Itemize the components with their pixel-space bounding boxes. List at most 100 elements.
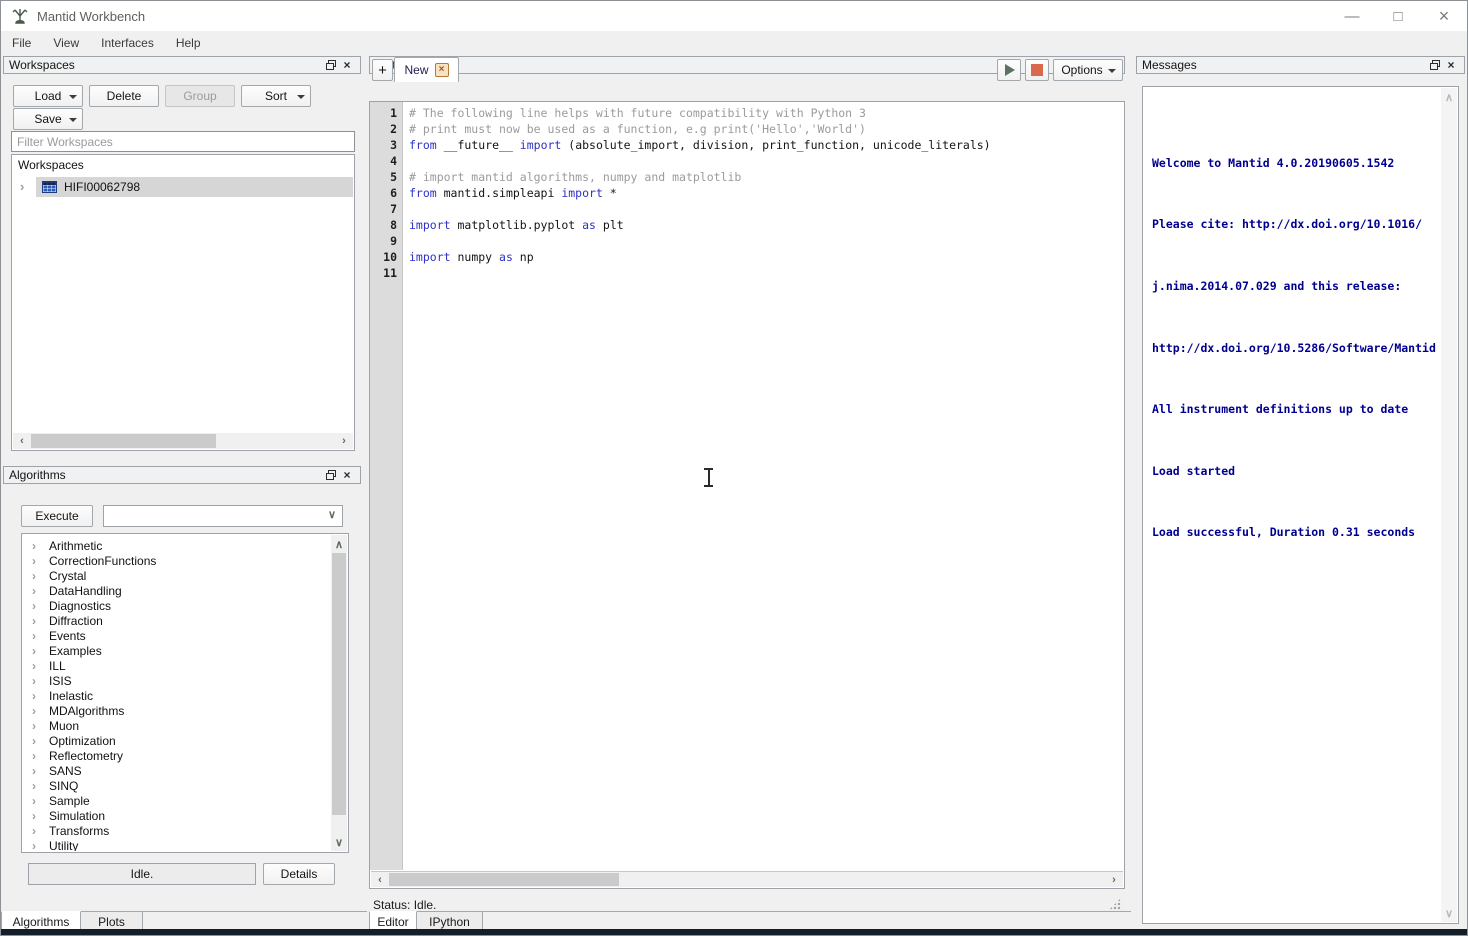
expand-chevron-icon[interactable]: › [32,720,49,732]
scroll-down-icon[interactable]: ∨ [331,835,347,849]
code-line[interactable]: 4 [370,153,1124,169]
expand-chevron-icon[interactable]: › [32,780,49,792]
algorithm-category-row[interactable]: › ILL [23,658,331,673]
close-panel-icon[interactable]: × [339,468,355,482]
details-button[interactable]: Details [263,863,335,885]
sort-button[interactable]: Sort [241,85,311,107]
new-tab-button[interactable]: + [372,59,393,81]
algorithm-category-row[interactable]: › CorrectionFunctions [23,553,331,568]
scroll-left-icon[interactable]: ‹ [15,433,29,449]
algorithm-category-row[interactable]: › Inelastic [23,688,331,703]
algorithm-category-row[interactable]: › Diagnostics [23,598,331,613]
expand-chevron-icon[interactable]: › [32,765,49,777]
close-panel-icon[interactable]: × [339,58,355,72]
algorithm-category-row[interactable]: › SANS [23,763,331,778]
filter-workspaces-input[interactable] [11,131,355,152]
algorithm-category-row[interactable]: › Arithmetic [23,538,331,553]
expand-chevron-icon[interactable]: › [32,645,49,657]
algorithm-category-row[interactable]: › Transforms [23,823,331,838]
code-line[interactable]: 8import matplotlib.pyplot as plt [370,217,1124,233]
algorithm-category-row[interactable]: › Diffraction [23,613,331,628]
scroll-down-icon[interactable]: ∨ [1441,906,1457,920]
scroll-left-icon[interactable]: ‹ [373,872,387,887]
float-panel-icon[interactable] [323,58,339,72]
options-button[interactable]: Options [1053,59,1123,81]
editor-horizontal-scrollbar[interactable]: ‹ › [371,871,1123,887]
algorithm-category-row[interactable]: › Optimization [23,733,331,748]
execute-button[interactable]: Execute [21,505,93,527]
code-line[interactable]: 5# import mantid algorithms, numpy and m… [370,169,1124,185]
scroll-right-icon[interactable]: › [1107,872,1121,887]
code-line[interactable]: 10import numpy as np [370,249,1124,265]
minimize-button[interactable]: — [1329,1,1375,31]
menu-item[interactable]: Help [165,31,212,54]
expand-chevron-icon[interactable]: › [32,840,49,852]
expand-chevron-icon[interactable]: › [32,555,49,567]
algorithm-category-row[interactable]: › ISIS [23,673,331,688]
close-button[interactable]: × [1421,1,1467,31]
menu-item[interactable]: Interfaces [90,31,165,54]
tab-close-icon[interactable]: × [435,63,449,77]
expand-chevron-icon[interactable]: › [32,585,49,597]
scroll-right-icon[interactable]: › [337,433,351,449]
expand-chevron-icon[interactable]: › [32,660,49,672]
algorithms-vertical-scrollbar[interactable]: ∧ ∨ [331,535,347,851]
combobox-dropdown-icon[interactable]: ∨ [328,510,336,521]
expand-chevron-icon[interactable]: › [32,600,49,612]
code-line[interactable]: 1# The following line helps with future … [370,105,1124,121]
scrollbar-thumb[interactable] [389,873,619,886]
expand-chevron-icon[interactable]: › [32,750,49,762]
algorithm-category-row[interactable]: › SINQ [23,778,331,793]
resize-grip[interactable] [1109,898,1121,910]
menu-item[interactable]: View [42,31,90,54]
code-line[interactable]: 6from mantid.simpleapi import * [370,185,1124,201]
scroll-up-icon[interactable]: ∧ [1441,90,1457,104]
algorithm-category-row[interactable]: › DataHandling [23,583,331,598]
workspaces-tree[interactable]: Workspaces › HIFI00062798 ‹ › [11,154,355,451]
algorithm-category-row[interactable]: › Simulation [23,808,331,823]
float-panel-icon[interactable] [323,468,339,482]
script-tab-new[interactable]: New × [394,57,459,82]
expand-chevron-icon[interactable]: › [32,810,49,822]
expand-chevron-icon[interactable]: › [32,735,49,747]
expand-chevron-icon[interactable]: › [32,615,49,627]
run-button[interactable] [997,59,1021,81]
algorithm-category-row[interactable]: › Events [23,628,331,643]
menu-item[interactable]: File [1,31,42,54]
save-button[interactable]: Save [13,108,83,130]
algorithm-search-combobox[interactable]: ∨ [103,505,343,527]
code-line[interactable]: 11 [370,265,1124,281]
algorithm-category-tree[interactable]: › Arithmetic › CorrectionFunctions › Cry… [21,533,349,853]
workspace-row[interactable]: › HIFI00062798 [12,177,353,197]
stop-button[interactable] [1025,59,1049,81]
expand-chevron-icon[interactable]: › [32,825,49,837]
expand-chevron-icon[interactable]: › [32,540,49,552]
algorithm-category-row[interactable]: › Crystal [23,568,331,583]
expand-chevron-icon[interactable]: › [32,675,49,687]
messages-vertical-scrollbar[interactable]: ∧ ∨ [1441,88,1457,922]
code-line[interactable]: 7 [370,201,1124,217]
code-editor[interactable]: 1# The following line helps with future … [369,101,1125,889]
close-panel-icon[interactable]: × [1443,58,1459,72]
algorithm-category-row[interactable]: › MDAlgorithms [23,703,331,718]
code-line[interactable]: 9 [370,233,1124,249]
algorithm-category-row[interactable]: › Utility [23,838,331,851]
expand-chevron-icon[interactable]: › [32,630,49,642]
maximize-button[interactable]: □ [1375,1,1421,31]
scroll-up-icon[interactable]: ∧ [331,537,347,551]
code-line[interactable]: 2# print must now be used as a function,… [370,121,1124,137]
expand-chevron-icon[interactable]: › [32,570,49,582]
workspaces-horizontal-scrollbar[interactable]: ‹ › [13,433,353,449]
algorithm-category-row[interactable]: › Examples [23,643,331,658]
algorithm-category-row[interactable]: › Muon [23,718,331,733]
expand-chevron-icon[interactable]: › [20,180,24,193]
load-button[interactable]: Load [13,85,83,107]
delete-button[interactable]: Delete [89,85,159,107]
code-area[interactable]: 1# The following line helps with future … [370,102,1124,870]
group-button[interactable]: Group [165,85,235,107]
expand-chevron-icon[interactable]: › [32,705,49,717]
algorithm-category-row[interactable]: › Reflectometry [23,748,331,763]
expand-chevron-icon[interactable]: › [32,690,49,702]
scrollbar-thumb[interactable] [332,553,346,815]
scrollbar-thumb[interactable] [31,434,216,448]
